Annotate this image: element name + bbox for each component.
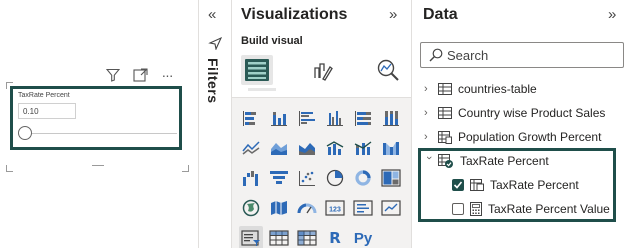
calculator-measure-icon bbox=[470, 202, 482, 216]
line-clustered-column-icon[interactable] bbox=[323, 136, 347, 160]
kpi-icon[interactable] bbox=[379, 196, 403, 220]
search-field[interactable]: Search bbox=[420, 42, 624, 68]
visual-header: ··· bbox=[104, 67, 176, 83]
selected-mode-indicator bbox=[248, 88, 276, 91]
chevron-right-icon[interactable]: › bbox=[424, 107, 434, 119]
table-icon bbox=[438, 107, 452, 119]
resize-handle-bottom-right[interactable] bbox=[182, 165, 189, 172]
r-visual-icon[interactable]: R bbox=[323, 226, 347, 248]
slicer-icon[interactable] bbox=[239, 226, 263, 248]
slider-track[interactable] bbox=[27, 133, 177, 134]
treemap-icon[interactable] bbox=[379, 166, 403, 190]
gauge-icon[interactable] bbox=[295, 196, 319, 220]
r-visual-label: R bbox=[329, 229, 341, 247]
svg-text:123: 123 bbox=[329, 207, 341, 214]
funnel-chart-icon[interactable] bbox=[267, 166, 291, 190]
report-canvas: ··· TaxRate Percent 0.10 bbox=[0, 0, 198, 248]
stacked-bar-chart-icon[interactable] bbox=[239, 106, 263, 130]
scatter-chart-icon[interactable] bbox=[295, 166, 319, 190]
filter-icon[interactable] bbox=[104, 67, 122, 83]
card-icon[interactable]: 123 bbox=[323, 196, 347, 220]
slider-handle[interactable] bbox=[18, 126, 32, 140]
search-icon bbox=[429, 48, 443, 67]
collapse-visualizations-icon[interactable]: » bbox=[389, 6, 397, 23]
checkmark-icon bbox=[453, 181, 463, 189]
parameter-table-icon bbox=[438, 154, 454, 168]
pie-chart-icon[interactable] bbox=[323, 166, 347, 190]
matrix-icon[interactable] bbox=[295, 226, 319, 248]
line-chart-icon[interactable] bbox=[239, 136, 263, 160]
table-name: TaxRate Percent bbox=[460, 154, 549, 168]
table-row-country-wise-product-sales[interactable]: › Country wise Product Sales bbox=[424, 103, 605, 123]
area-chart-icon[interactable] bbox=[267, 136, 291, 160]
python-visual-label: Py bbox=[353, 229, 373, 247]
focus-mode-icon[interactable] bbox=[131, 67, 149, 83]
more-options-icon[interactable]: ··· bbox=[158, 67, 176, 83]
table-icon bbox=[438, 83, 452, 95]
visual-gallery-grid: 123 R Py bbox=[239, 106, 403, 248]
clustered-column-chart-icon[interactable] bbox=[323, 106, 347, 130]
field-checkbox[interactable] bbox=[452, 179, 464, 191]
visual-gallery: 123 R Py bbox=[232, 97, 412, 248]
filters-pane-label[interactable]: Filters bbox=[205, 58, 221, 104]
table-name: countries-table bbox=[458, 82, 537, 96]
filter-pane-icon[interactable] bbox=[208, 36, 223, 55]
chevron-right-icon[interactable]: › bbox=[424, 131, 434, 143]
chevron-down-icon[interactable]: › bbox=[423, 156, 435, 166]
stacked-column-chart-icon[interactable] bbox=[267, 106, 291, 130]
table-row-population-growth-percent[interactable]: › Population Growth Percent bbox=[424, 127, 601, 147]
resize-handle-bottom-left[interactable] bbox=[6, 165, 13, 172]
field-row-taxrate-percent[interactable]: TaxRate Percent bbox=[452, 175, 579, 195]
table-row-taxrate-percent[interactable]: › TaxRate Percent bbox=[423, 151, 549, 171]
100-stacked-column-chart-icon[interactable] bbox=[379, 106, 403, 130]
visualizations-pane: Visualizations » Build visual 123 R Py bbox=[231, 0, 412, 248]
parameter-field-icon bbox=[470, 179, 484, 191]
parameter-table-icon bbox=[438, 130, 452, 144]
resize-handle-bottom[interactable] bbox=[92, 165, 104, 166]
format-visual-icon[interactable] bbox=[306, 55, 338, 85]
analytics-icon[interactable] bbox=[372, 55, 404, 85]
stacked-area-chart-icon[interactable] bbox=[295, 136, 319, 160]
multi-row-card-icon[interactable] bbox=[351, 196, 375, 220]
table-icon[interactable] bbox=[267, 226, 291, 248]
collapse-data-icon[interactable]: » bbox=[608, 6, 616, 23]
data-pane: Data » Search › countries-table › Countr… bbox=[411, 0, 630, 248]
field-name: TaxRate Percent Value bbox=[488, 202, 610, 216]
donut-chart-icon[interactable] bbox=[351, 166, 375, 190]
filled-map-icon[interactable] bbox=[267, 196, 291, 220]
ribbon-chart-icon[interactable] bbox=[379, 136, 403, 160]
slicer-value-input[interactable]: 0.10 bbox=[18, 103, 76, 119]
slicer-visual[interactable]: TaxRate Percent 0.10 bbox=[10, 86, 182, 150]
field-row-taxrate-percent-value[interactable]: TaxRate Percent Value bbox=[452, 199, 610, 219]
waterfall-chart-icon[interactable] bbox=[239, 166, 263, 190]
chevron-right-icon[interactable]: › bbox=[424, 83, 434, 95]
table-row-countries[interactable]: › countries-table bbox=[424, 79, 537, 99]
data-pane-title: Data bbox=[423, 6, 458, 23]
field-checkbox[interactable] bbox=[452, 203, 464, 215]
table-name: Country wise Product Sales bbox=[458, 106, 606, 120]
clustered-bar-chart-icon[interactable] bbox=[295, 106, 319, 130]
expand-filters-icon[interactable]: « bbox=[208, 6, 216, 23]
build-visual-label: Build visual bbox=[241, 35, 303, 47]
field-name: TaxRate Percent bbox=[490, 178, 579, 192]
map-icon[interactable] bbox=[239, 196, 263, 220]
build-visual-icon[interactable] bbox=[241, 55, 273, 85]
100-stacked-bar-chart-icon[interactable] bbox=[351, 106, 375, 130]
line-stacked-column-icon[interactable] bbox=[351, 136, 375, 160]
visualizations-title: Visualizations bbox=[241, 6, 348, 23]
slicer-title: TaxRate Percent bbox=[18, 92, 70, 99]
python-visual-icon[interactable]: Py bbox=[351, 226, 375, 248]
search-placeholder: Search bbox=[447, 48, 489, 63]
filters-pane: « Filters bbox=[198, 0, 230, 248]
table-name: Population Growth Percent bbox=[458, 130, 602, 144]
